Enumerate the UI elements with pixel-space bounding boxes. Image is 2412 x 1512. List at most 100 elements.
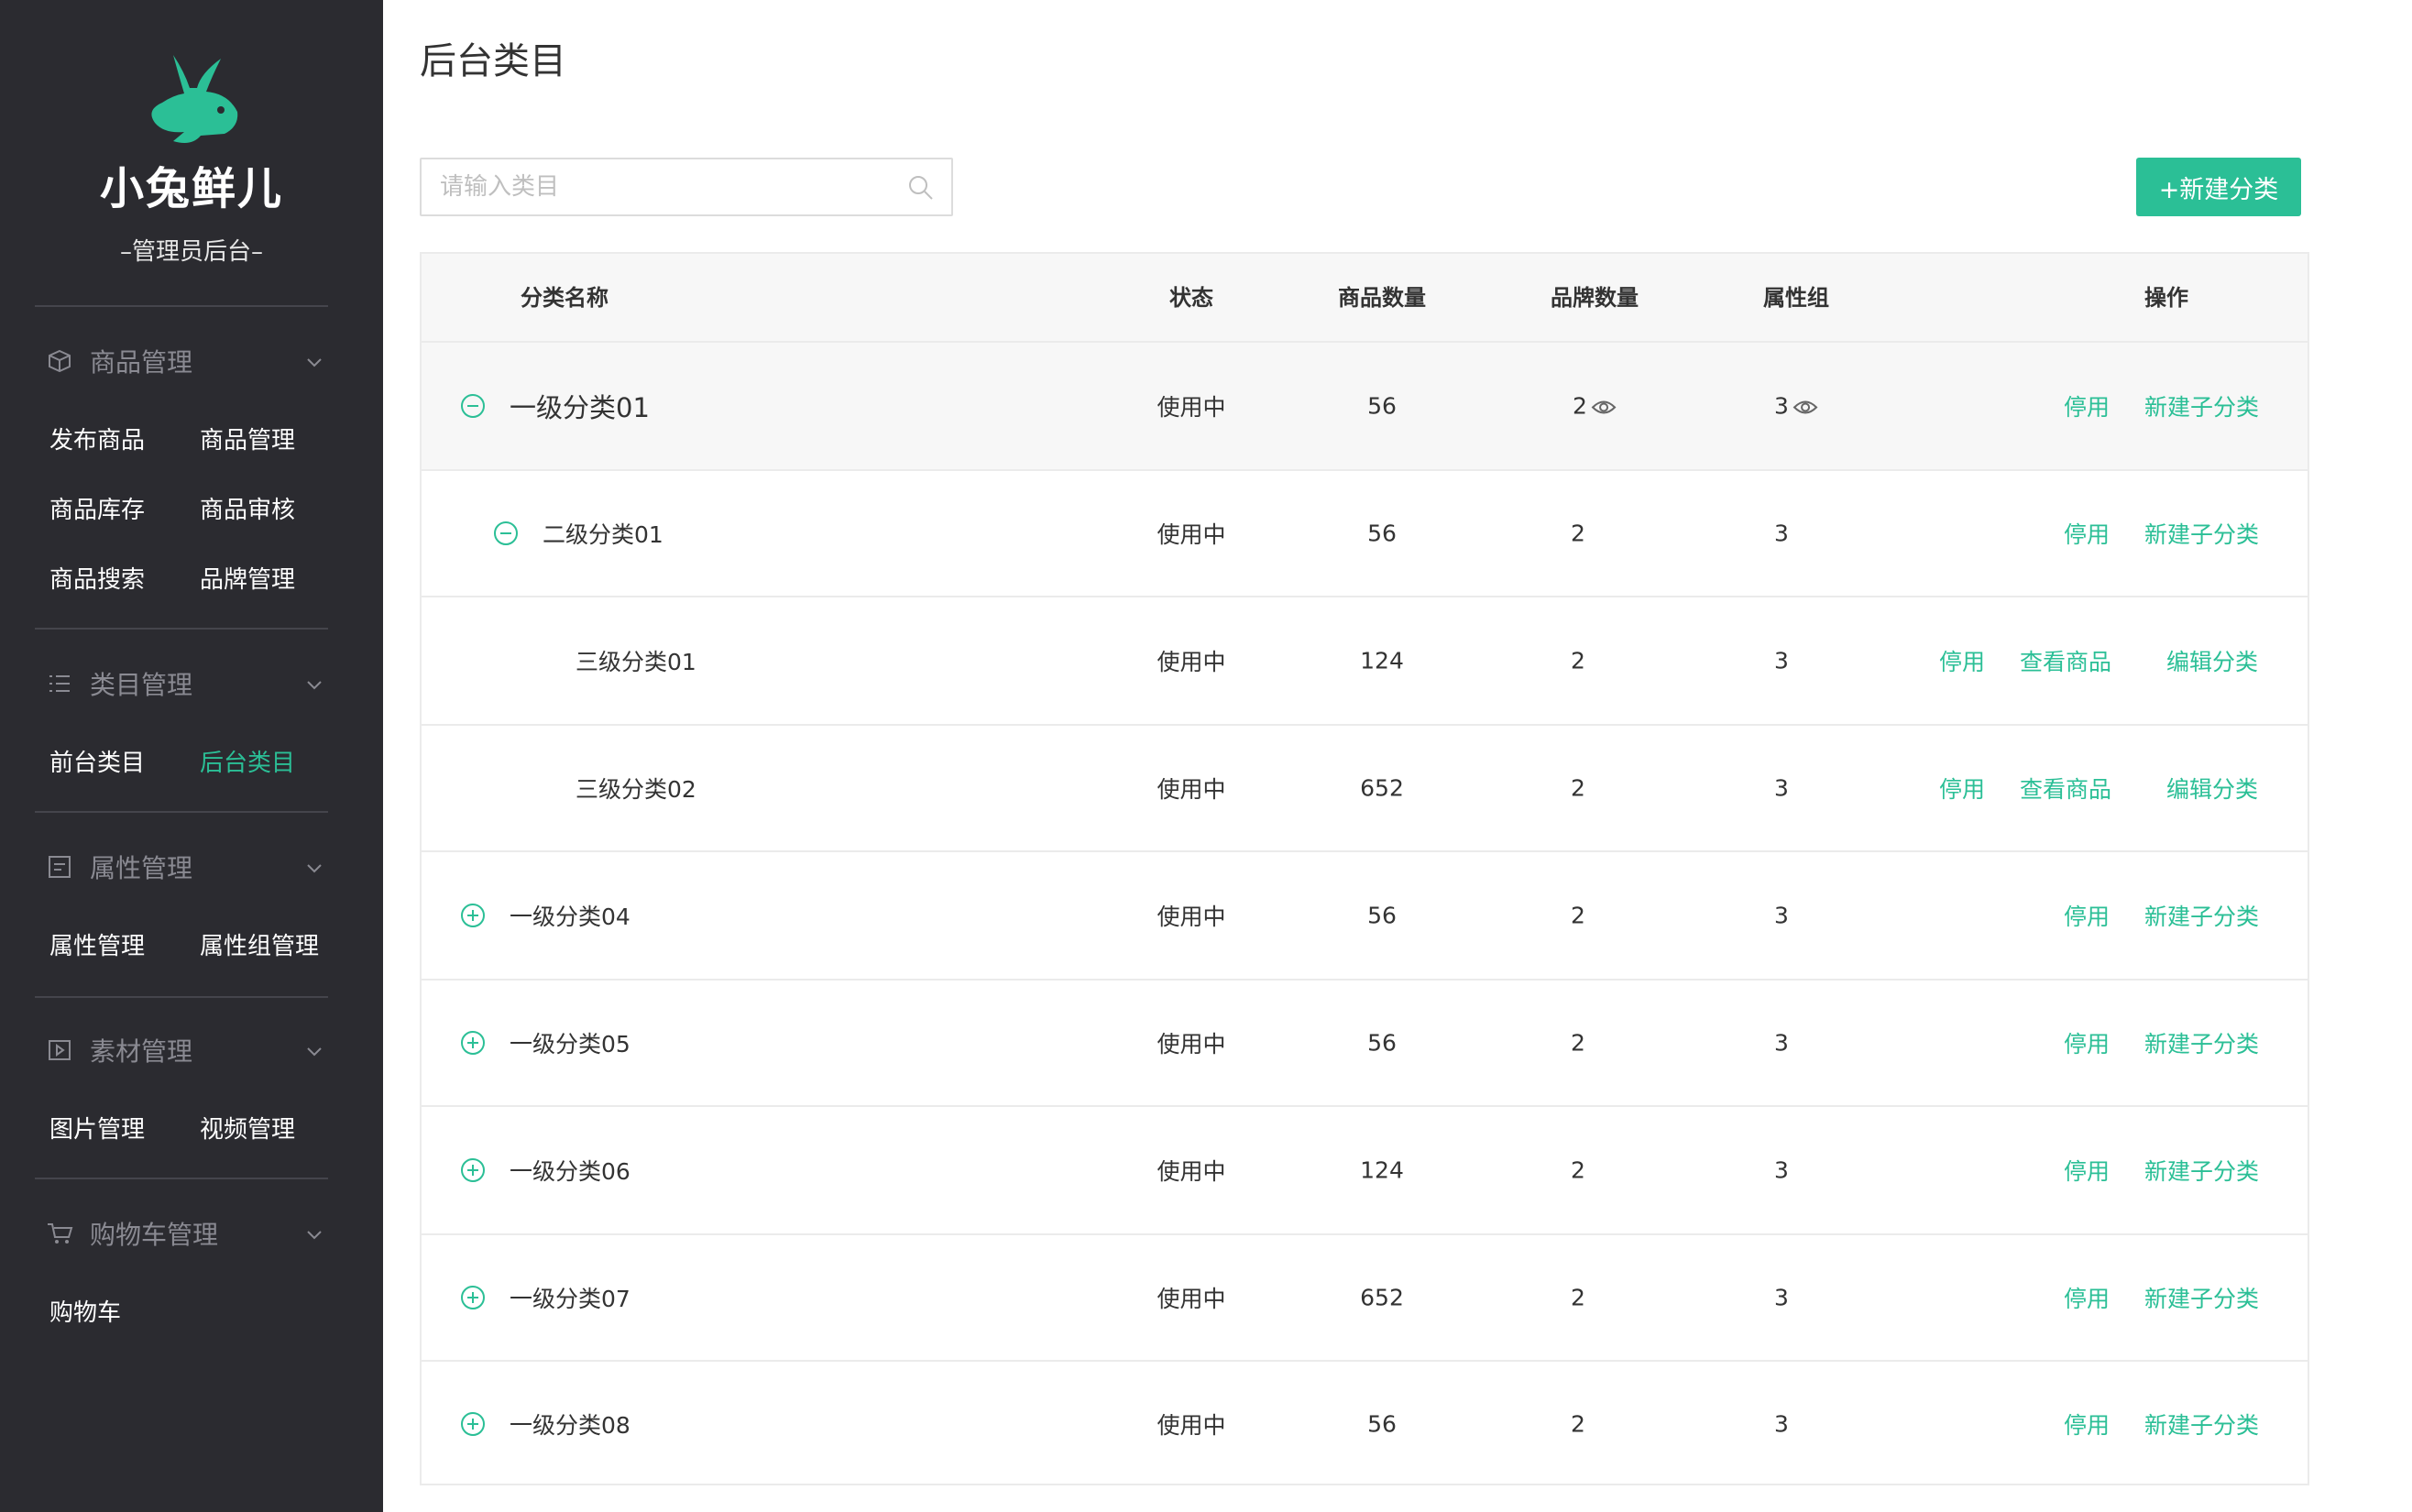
sidebar-group-label: 属性管理 xyxy=(90,853,193,883)
edit-category-link[interactable]: 编辑分类 xyxy=(2166,644,2258,677)
category-name: 三级分类01 xyxy=(576,649,696,675)
table-row: 三级分类01 使用中 124 2 3 停用 查看商品 编辑分类 xyxy=(422,597,2308,726)
expand-icon[interactable] xyxy=(460,1157,486,1183)
disable-link[interactable]: 停用 xyxy=(2064,389,2110,422)
expand-icon[interactable] xyxy=(460,1285,486,1310)
disable-link[interactable]: 停用 xyxy=(2064,517,2110,550)
sidebar-divider xyxy=(35,811,328,813)
attr-group-count: 3 xyxy=(1774,1410,1789,1437)
table-row: 一级分类04 使用中 56 2 3 停用 新建子分类 xyxy=(422,852,2308,981)
brand-count: 2 xyxy=(1571,902,1585,929)
sidebar-item-video-management[interactable]: 视频管理 xyxy=(200,1111,295,1145)
disable-link[interactable]: 停用 xyxy=(2064,1154,2110,1187)
view-products-link[interactable]: 查看商品 xyxy=(2020,644,2111,677)
disable-link[interactable]: 停用 xyxy=(2064,899,2110,932)
brand-count: 2 xyxy=(1571,1156,1585,1184)
view-products-link[interactable]: 查看商品 xyxy=(2020,772,2111,805)
media-icon xyxy=(46,1036,73,1064)
disable-link[interactable]: 停用 xyxy=(2064,1026,2110,1059)
product-count: 56 xyxy=(1367,1029,1397,1057)
column-header-brand-count: 品牌数量 xyxy=(1551,285,1639,311)
column-header-name: 分类名称 xyxy=(521,285,608,311)
product-count: 124 xyxy=(1360,647,1404,674)
disable-link[interactable]: 停用 xyxy=(1939,772,1985,805)
sidebar-item-attribute-group-management[interactable]: 属性组管理 xyxy=(200,927,319,961)
attr-group-count: 3 xyxy=(1774,1029,1789,1057)
new-subcategory-link[interactable]: 新建子分类 xyxy=(2144,389,2259,422)
sidebar-item-brand-management[interactable]: 品牌管理 xyxy=(200,561,295,595)
disable-link[interactable]: 停用 xyxy=(1939,644,1985,677)
chevron-down-icon xyxy=(304,348,324,378)
sidebar-group-category[interactable]: 类目管理 xyxy=(46,665,330,702)
eye-icon[interactable] xyxy=(1793,399,1818,417)
category-name: 三级分类02 xyxy=(576,776,696,803)
product-count: 56 xyxy=(1367,520,1397,547)
sidebar-group-label: 类目管理 xyxy=(90,670,193,700)
sidebar-item-attribute-management[interactable]: 属性管理 xyxy=(49,927,145,961)
disable-link[interactable]: 停用 xyxy=(2064,1408,2110,1441)
brand-count: 2 xyxy=(1571,1029,1585,1057)
sidebar-item-product-search[interactable]: 商品搜索 xyxy=(49,561,145,595)
sidebar-item-product-management[interactable]: 商品管理 xyxy=(200,422,295,455)
sidebar-divider xyxy=(35,628,328,630)
new-subcategory-link[interactable]: 新建子分类 xyxy=(2144,1281,2259,1314)
sidebar-item-back-category[interactable]: 后台类目 xyxy=(200,744,295,778)
expand-icon[interactable] xyxy=(460,1411,486,1437)
expand-icon[interactable] xyxy=(460,903,486,928)
attr-group-cell: 3 xyxy=(1774,393,1818,420)
category-status: 使用中 xyxy=(1157,1411,1226,1439)
sidebar-item-product-stock[interactable]: 商品库存 xyxy=(49,491,145,525)
sidebar-group-product[interactable]: 商品管理 xyxy=(46,343,330,379)
product-count: 56 xyxy=(1367,902,1397,929)
collapse-icon[interactable] xyxy=(460,393,486,419)
category-name: 一级分类07 xyxy=(510,1286,630,1312)
sidebar-item-image-management[interactable]: 图片管理 xyxy=(49,1111,145,1145)
category-name: 二级分类01 xyxy=(543,521,663,548)
table-row: 一级分类08 使用中 56 2 3 停用 新建子分类 xyxy=(422,1362,2308,1485)
category-status: 使用中 xyxy=(1157,1158,1226,1185)
chevron-down-icon xyxy=(304,671,324,701)
category-status: 使用中 xyxy=(1157,1031,1226,1057)
search-icon[interactable] xyxy=(907,174,935,205)
category-name: 一级分类04 xyxy=(510,904,630,930)
column-header-product-count: 商品数量 xyxy=(1338,285,1426,311)
edit-category-link[interactable]: 编辑分类 xyxy=(2166,772,2258,805)
new-subcategory-link[interactable]: 新建子分类 xyxy=(2144,899,2259,932)
new-category-button[interactable]: +新建分类 xyxy=(2136,158,2301,216)
attr-group-count: 3 xyxy=(1774,774,1789,802)
sidebar-group-media[interactable]: 素材管理 xyxy=(46,1032,330,1068)
category-name: 一级分类05 xyxy=(510,1031,630,1057)
table-row: 一级分类06 使用中 124 2 3 停用 新建子分类 xyxy=(422,1107,2308,1235)
new-subcategory-link[interactable]: 新建子分类 xyxy=(2144,1026,2259,1059)
brand-count: 2 xyxy=(1573,392,1587,420)
table-row: 三级分类02 使用中 652 2 3 停用 查看商品 编辑分类 xyxy=(422,726,2308,852)
new-subcategory-link[interactable]: 新建子分类 xyxy=(2144,1154,2259,1187)
category-status: 使用中 xyxy=(1157,521,1226,548)
table-header: 分类名称 状态 商品数量 品牌数量 属性组 操作 xyxy=(422,254,2308,343)
category-name: 一级分类06 xyxy=(510,1158,630,1185)
category-status: 使用中 xyxy=(1157,776,1226,803)
sidebar-item-publish-product[interactable]: 发布商品 xyxy=(49,422,145,455)
search-input[interactable] xyxy=(440,159,898,214)
product-count: 124 xyxy=(1360,1156,1404,1184)
brand-count: 2 xyxy=(1571,1284,1585,1311)
sidebar-item-cart[interactable]: 购物车 xyxy=(49,1294,121,1328)
chevron-down-icon xyxy=(304,854,324,884)
brand-count: 2 xyxy=(1571,1410,1585,1437)
collapse-icon[interactable] xyxy=(493,520,519,546)
disable-link[interactable]: 停用 xyxy=(2064,1281,2110,1314)
sidebar-item-front-category[interactable]: 前台类目 xyxy=(49,744,145,778)
category-status: 使用中 xyxy=(1157,649,1226,675)
column-header-attr-group: 属性组 xyxy=(1763,285,1829,311)
expand-icon[interactable] xyxy=(460,1030,486,1056)
new-subcategory-link[interactable]: 新建子分类 xyxy=(2144,1408,2259,1441)
eye-icon[interactable] xyxy=(1591,399,1617,417)
sidebar-group-label: 素材管理 xyxy=(90,1036,193,1067)
new-subcategory-link[interactable]: 新建子分类 xyxy=(2144,517,2259,550)
sidebar-group-attribute[interactable]: 属性管理 xyxy=(46,849,330,885)
sidebar-group-cart[interactable]: 购物车管理 xyxy=(46,1215,330,1252)
sidebar-divider xyxy=(35,1178,328,1179)
brand-count: 2 xyxy=(1571,647,1585,674)
sidebar-item-product-review[interactable]: 商品审核 xyxy=(200,491,295,525)
cart-icon xyxy=(46,1220,73,1247)
